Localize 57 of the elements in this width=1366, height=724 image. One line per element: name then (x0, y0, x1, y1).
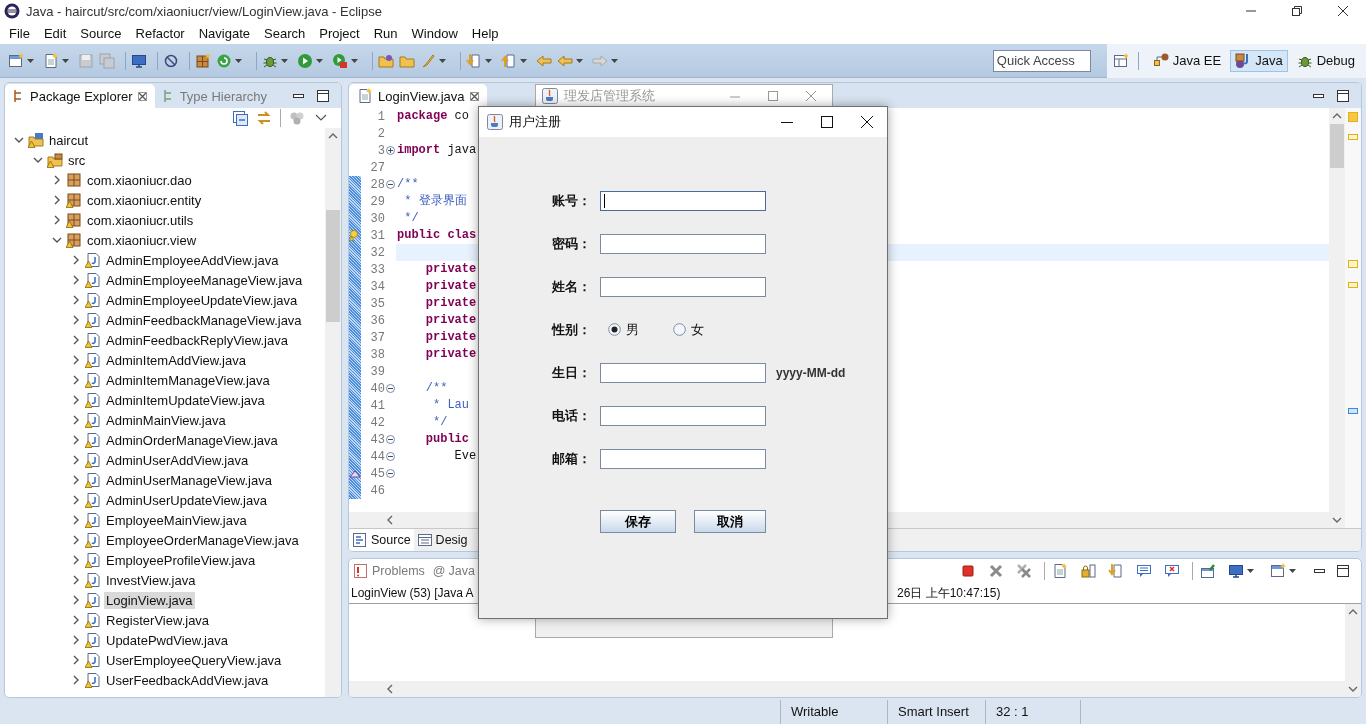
line-number: 41 (369, 398, 385, 413)
field-label: 邮箱： (552, 449, 592, 468)
field-label: 姓名： (552, 277, 592, 296)
field-label: 性别： (552, 320, 592, 339)
status-field: 32 : 1 (985, 700, 1080, 724)
line-number: 36 (369, 313, 385, 328)
line-number: 2 (376, 126, 385, 141)
status-field: Writable (780, 700, 887, 724)
line-number: 46 (369, 483, 385, 498)
code-line: private (424, 346, 477, 363)
window-title: Java - haircut/src/com/xiaoniucr/view/LoginView.java - Eclipse (26, 3, 383, 19)
code-line: package co (396, 108, 470, 125)
line-number: 30 (369, 211, 385, 226)
dialog-title: 用户注册 (509, 113, 561, 131)
line-number: 38 (369, 347, 385, 362)
status-field: Smart Insert (887, 700, 985, 724)
line-number: 42 (369, 415, 385, 430)
code-line: public clas (396, 227, 477, 244)
line-number: 45 (369, 466, 385, 481)
code-line: private (424, 312, 477, 329)
line-number: 1 (376, 109, 385, 124)
field-label: 账号： (552, 191, 592, 210)
code-line: private (424, 278, 477, 295)
field-label: 生日： (552, 363, 592, 382)
code-line: private (424, 261, 477, 278)
launch-info: LoginView (53) [Java A (351, 586, 475, 600)
code-line: private (424, 295, 477, 312)
code-line: /** (396, 176, 419, 193)
code-line: */ (432, 414, 448, 431)
line-number: 40 (369, 381, 385, 396)
line-number: 32 (369, 245, 385, 260)
line-number: 33 (369, 262, 385, 277)
window-title: 理发店管理系统 (564, 87, 655, 105)
line-number: 27 (369, 160, 385, 175)
field-label: 密码： (552, 234, 592, 253)
launch-time: 26日 上午10:47:15) (897, 584, 1002, 602)
line-number: 3 (376, 143, 385, 158)
format-hint: yyyy-MM-dd (776, 365, 847, 380)
line-number: 31 (369, 228, 385, 243)
javadoc-icon: @ (432, 564, 446, 578)
line-number: 44 (369, 449, 385, 464)
line-number: 37 (369, 330, 385, 345)
code-line: */ (403, 210, 419, 227)
code-line: private (424, 329, 477, 346)
code-line: * 登录界面 (403, 193, 467, 210)
field-label: 电话： (552, 406, 592, 425)
line-number: 39 (369, 364, 385, 379)
code-line: /** (424, 380, 448, 397)
code-line: * Lau (432, 397, 469, 414)
line-number: 34 (369, 279, 385, 294)
line-number: 28 (369, 177, 385, 192)
line-number: 29 (369, 194, 385, 209)
code-line: import java (396, 142, 477, 159)
code-line: public (424, 431, 469, 448)
line-number: 35 (369, 296, 385, 311)
line-number: 43 (369, 432, 385, 447)
code-line: Eve (453, 448, 477, 465)
